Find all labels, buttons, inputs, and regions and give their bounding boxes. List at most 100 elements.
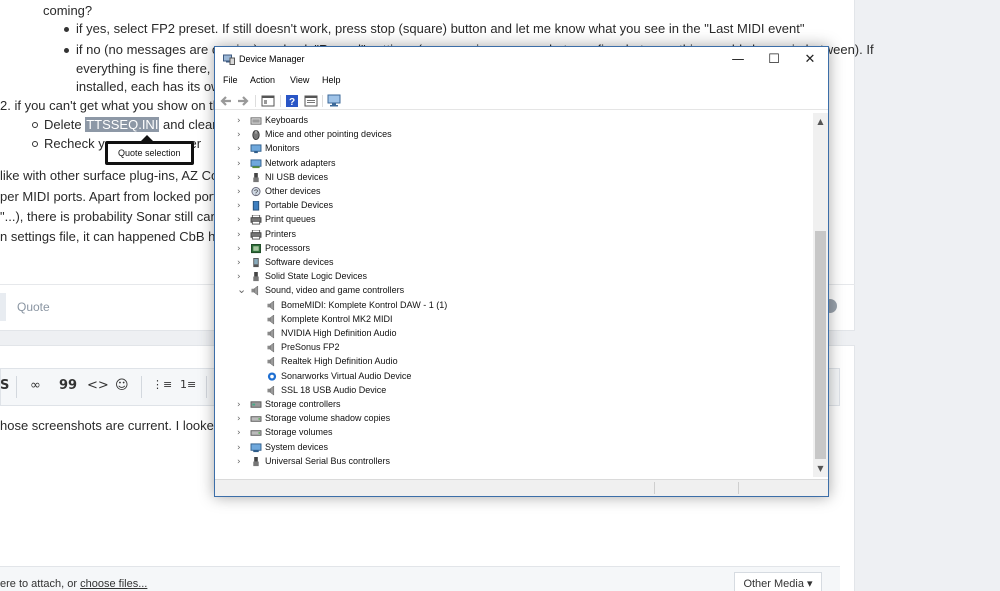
menu-action[interactable]: Action <box>250 75 275 85</box>
back-icon[interactable] <box>219 94 233 108</box>
menu-view[interactable]: View <box>290 75 309 85</box>
printer-icon <box>250 229 262 240</box>
expand-chevron-icon[interactable]: › <box>237 244 241 254</box>
bullet <box>64 48 69 53</box>
vertical-scrollbar[interactable]: ▲ ▼ <box>813 113 828 477</box>
tree-device-item[interactable]: SSL 18 USB Audio Device <box>281 385 386 399</box>
post-text-line: 2. if you can't get what you show on the <box>0 98 228 113</box>
speaker-icon <box>267 357 275 367</box>
quote-format-button[interactable]: 99 <box>59 378 77 393</box>
properties-icon[interactable] <box>304 94 318 108</box>
tree-category-item[interactable]: Processors <box>265 243 310 257</box>
expand-chevron-icon[interactable]: › <box>237 457 241 467</box>
device-manager-window: Device Manager — ☐ ✕ File Action View He… <box>214 46 829 497</box>
scroll-up-icon[interactable]: ▲ <box>813 115 828 129</box>
status-divider <box>654 482 655 494</box>
bullet <box>32 122 38 128</box>
tree-category-item[interactable]: NI USB devices <box>265 172 328 186</box>
software-device-icon <box>253 258 259 268</box>
strikethrough-button[interactable]: S <box>0 378 9 393</box>
tree-category-item[interactable]: Keyboards <box>265 115 308 129</box>
svg-text:?: ? <box>289 97 295 108</box>
scroll-down-icon[interactable]: ▼ <box>813 462 828 476</box>
tree-category-item[interactable]: Solid State Logic Devices <box>265 271 367 285</box>
expand-chevron-icon[interactable]: › <box>237 414 241 424</box>
expand-chevron-icon[interactable]: › <box>237 173 241 183</box>
tree-category-item[interactable]: Other devices <box>265 186 321 200</box>
scan-hardware-icon[interactable] <box>327 94 343 108</box>
quote-link[interactable]: Quote <box>17 300 50 314</box>
tree-category-item[interactable]: Software devices <box>265 257 334 271</box>
menu-help[interactable]: Help <box>322 75 341 85</box>
numbered-list-button[interactable]: 1≡ <box>180 378 196 391</box>
help-icon[interactable]: ? <box>285 94 299 108</box>
show-hide-console-tree-icon[interactable] <box>261 94 275 108</box>
expand-chevron-icon[interactable]: › <box>237 400 241 410</box>
code-button[interactable]: <> <box>87 378 109 393</box>
quote-selection-tooltip[interactable]: Quote selection <box>105 135 194 165</box>
post-text-line: per MIDI ports. Apart from locked port <box>0 189 217 204</box>
usb-icon <box>253 456 259 466</box>
expand-chevron-icon[interactable]: › <box>237 443 241 453</box>
tree-category-item[interactable]: Sound, video and game controllers <box>265 285 404 299</box>
tree-category-item[interactable]: Print queues <box>265 214 316 228</box>
selected-text: TTSSEQ.INI <box>85 117 160 132</box>
expand-chevron-icon[interactable]: › <box>237 144 241 154</box>
tree-device-item[interactable]: NVIDIA High Definition Audio <box>281 328 397 342</box>
editor-content[interactable]: hose screenshots are current. I looked a… <box>0 418 236 433</box>
tree-device-item[interactable]: Realtek High Definition Audio <box>281 356 398 370</box>
expand-chevron-icon[interactable]: › <box>237 230 241 240</box>
other-media-button[interactable]: Other Media ▾ <box>734 572 822 591</box>
tree-category-item[interactable]: Mice and other pointing devices <box>265 129 392 143</box>
post-text-line: n settings file, it can happened CbB has… <box>0 229 238 244</box>
tree-device-item[interactable]: BomeMIDI: Komplete Kontrol DAW - 1 (1) <box>281 300 447 314</box>
bullet-list-button[interactable]: ⋮≡ <box>152 378 172 391</box>
collapse-chevron-icon[interactable]: ⌄ <box>237 283 246 296</box>
expand-chevron-icon[interactable]: › <box>237 272 241 282</box>
tree-device-item[interactable]: Komplete Kontrol MK2 MIDI <box>281 314 393 328</box>
menu-file[interactable]: File <box>223 75 238 85</box>
expand-chevron-icon[interactable]: › <box>237 187 241 197</box>
expand-chevron-icon[interactable]: › <box>237 215 241 225</box>
tree-category-item[interactable]: Storage volume shadow copies <box>265 413 390 427</box>
tree-category-item[interactable]: Portable Devices <box>265 200 333 214</box>
speaker-icon <box>251 286 259 296</box>
minimize-button[interactable]: — <box>720 47 756 73</box>
status-divider <box>738 482 739 494</box>
expand-chevron-icon[interactable]: › <box>237 258 241 268</box>
choose-files-link[interactable]: choose files... <box>80 578 147 590</box>
toolbar-separator <box>141 376 142 398</box>
tree-category-item[interactable]: Monitors <box>265 143 300 157</box>
tree-category-item[interactable]: Storage controllers <box>265 399 341 413</box>
post-text-line: "...), there is probability Sonar still … <box>0 209 233 224</box>
unknown-device-icon: ? <box>251 187 261 197</box>
expand-chevron-icon[interactable]: › <box>237 159 241 169</box>
usb-icon <box>253 272 259 282</box>
expand-chevron-icon[interactable]: › <box>237 201 241 211</box>
expand-chevron-icon[interactable]: › <box>237 428 241 438</box>
tree-device-item[interactable]: PreSonus FP2 <box>281 342 340 356</box>
tree-category-item[interactable]: Universal Serial Bus controllers <box>265 456 390 470</box>
expand-chevron-icon[interactable]: › <box>237 116 241 126</box>
quote-button-edge[interactable] <box>0 293 6 321</box>
tree-category-item[interactable]: Storage volumes <box>265 427 333 441</box>
expand-chevron-icon[interactable]: › <box>237 130 241 140</box>
forward-icon[interactable] <box>236 94 250 108</box>
tree-category-item[interactable]: Network adapters <box>265 158 336 172</box>
maximize-button[interactable]: ☐ <box>756 47 792 73</box>
toolbar-separator <box>16 376 17 398</box>
window-title: Device Manager <box>239 54 305 64</box>
close-button[interactable]: ✕ <box>792 47 828 73</box>
tree-device-item[interactable]: Sonarworks Virtual Audio Device <box>281 371 411 385</box>
toolbar-separator <box>255 95 256 107</box>
post-text-line: coming? <box>43 3 93 18</box>
tree-category-item[interactable]: Printers <box>265 229 296 243</box>
emoji-button[interactable]: ☺ <box>115 378 129 393</box>
post-text-line: if yes, select FP2 preset. If still does… <box>76 21 805 36</box>
bullet <box>32 141 38 147</box>
status-bar <box>215 479 828 496</box>
link-button[interactable]: ∞ <box>30 378 41 393</box>
scroll-thumb[interactable] <box>815 231 826 459</box>
tree-category-item[interactable]: System devices <box>265 442 328 456</box>
title-bar[interactable]: Device Manager — ☐ ✕ <box>215 47 828 73</box>
